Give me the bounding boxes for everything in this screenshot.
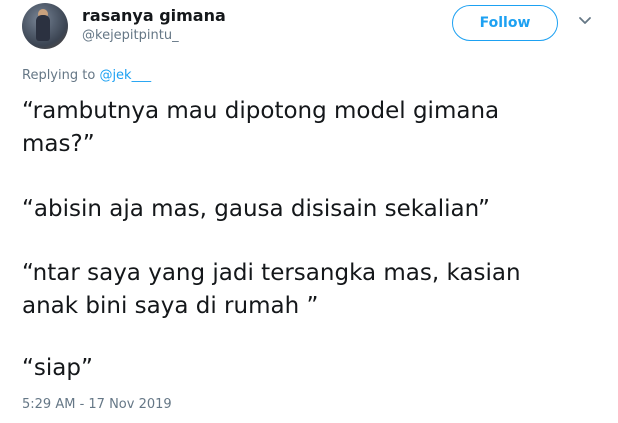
- tweet-text-line: “siap”: [22, 355, 93, 381]
- follow-button[interactable]: Follow: [452, 5, 558, 41]
- tweet-text-line: “ntar saya yang jadi tersangka mas, kasi…: [22, 260, 521, 286]
- tweet-text-line: “abisin aja mas, gausa disisain sekalian…: [22, 196, 490, 222]
- user-handle[interactable]: @kejepitpintu_: [82, 28, 179, 43]
- replying-prefix: Replying to: [22, 68, 96, 83]
- chevron-down-icon[interactable]: [578, 14, 592, 28]
- avatar[interactable]: [22, 3, 68, 49]
- replying-to: Replying to @jek___: [22, 68, 151, 83]
- replying-mention-link[interactable]: @jek___: [99, 68, 151, 83]
- display-name[interactable]: rasanya gimana: [82, 6, 226, 25]
- tweet-text-line: anak bini saya di rumah ”: [22, 293, 319, 319]
- tweet-text-line: mas?”: [22, 131, 95, 157]
- tweet-text-line: “rambutnya mau dipotong model gimana: [22, 98, 500, 124]
- tweet-timestamp[interactable]: 5:29 AM - 17 Nov 2019: [22, 397, 172, 412]
- avatar-figure: [36, 15, 50, 41]
